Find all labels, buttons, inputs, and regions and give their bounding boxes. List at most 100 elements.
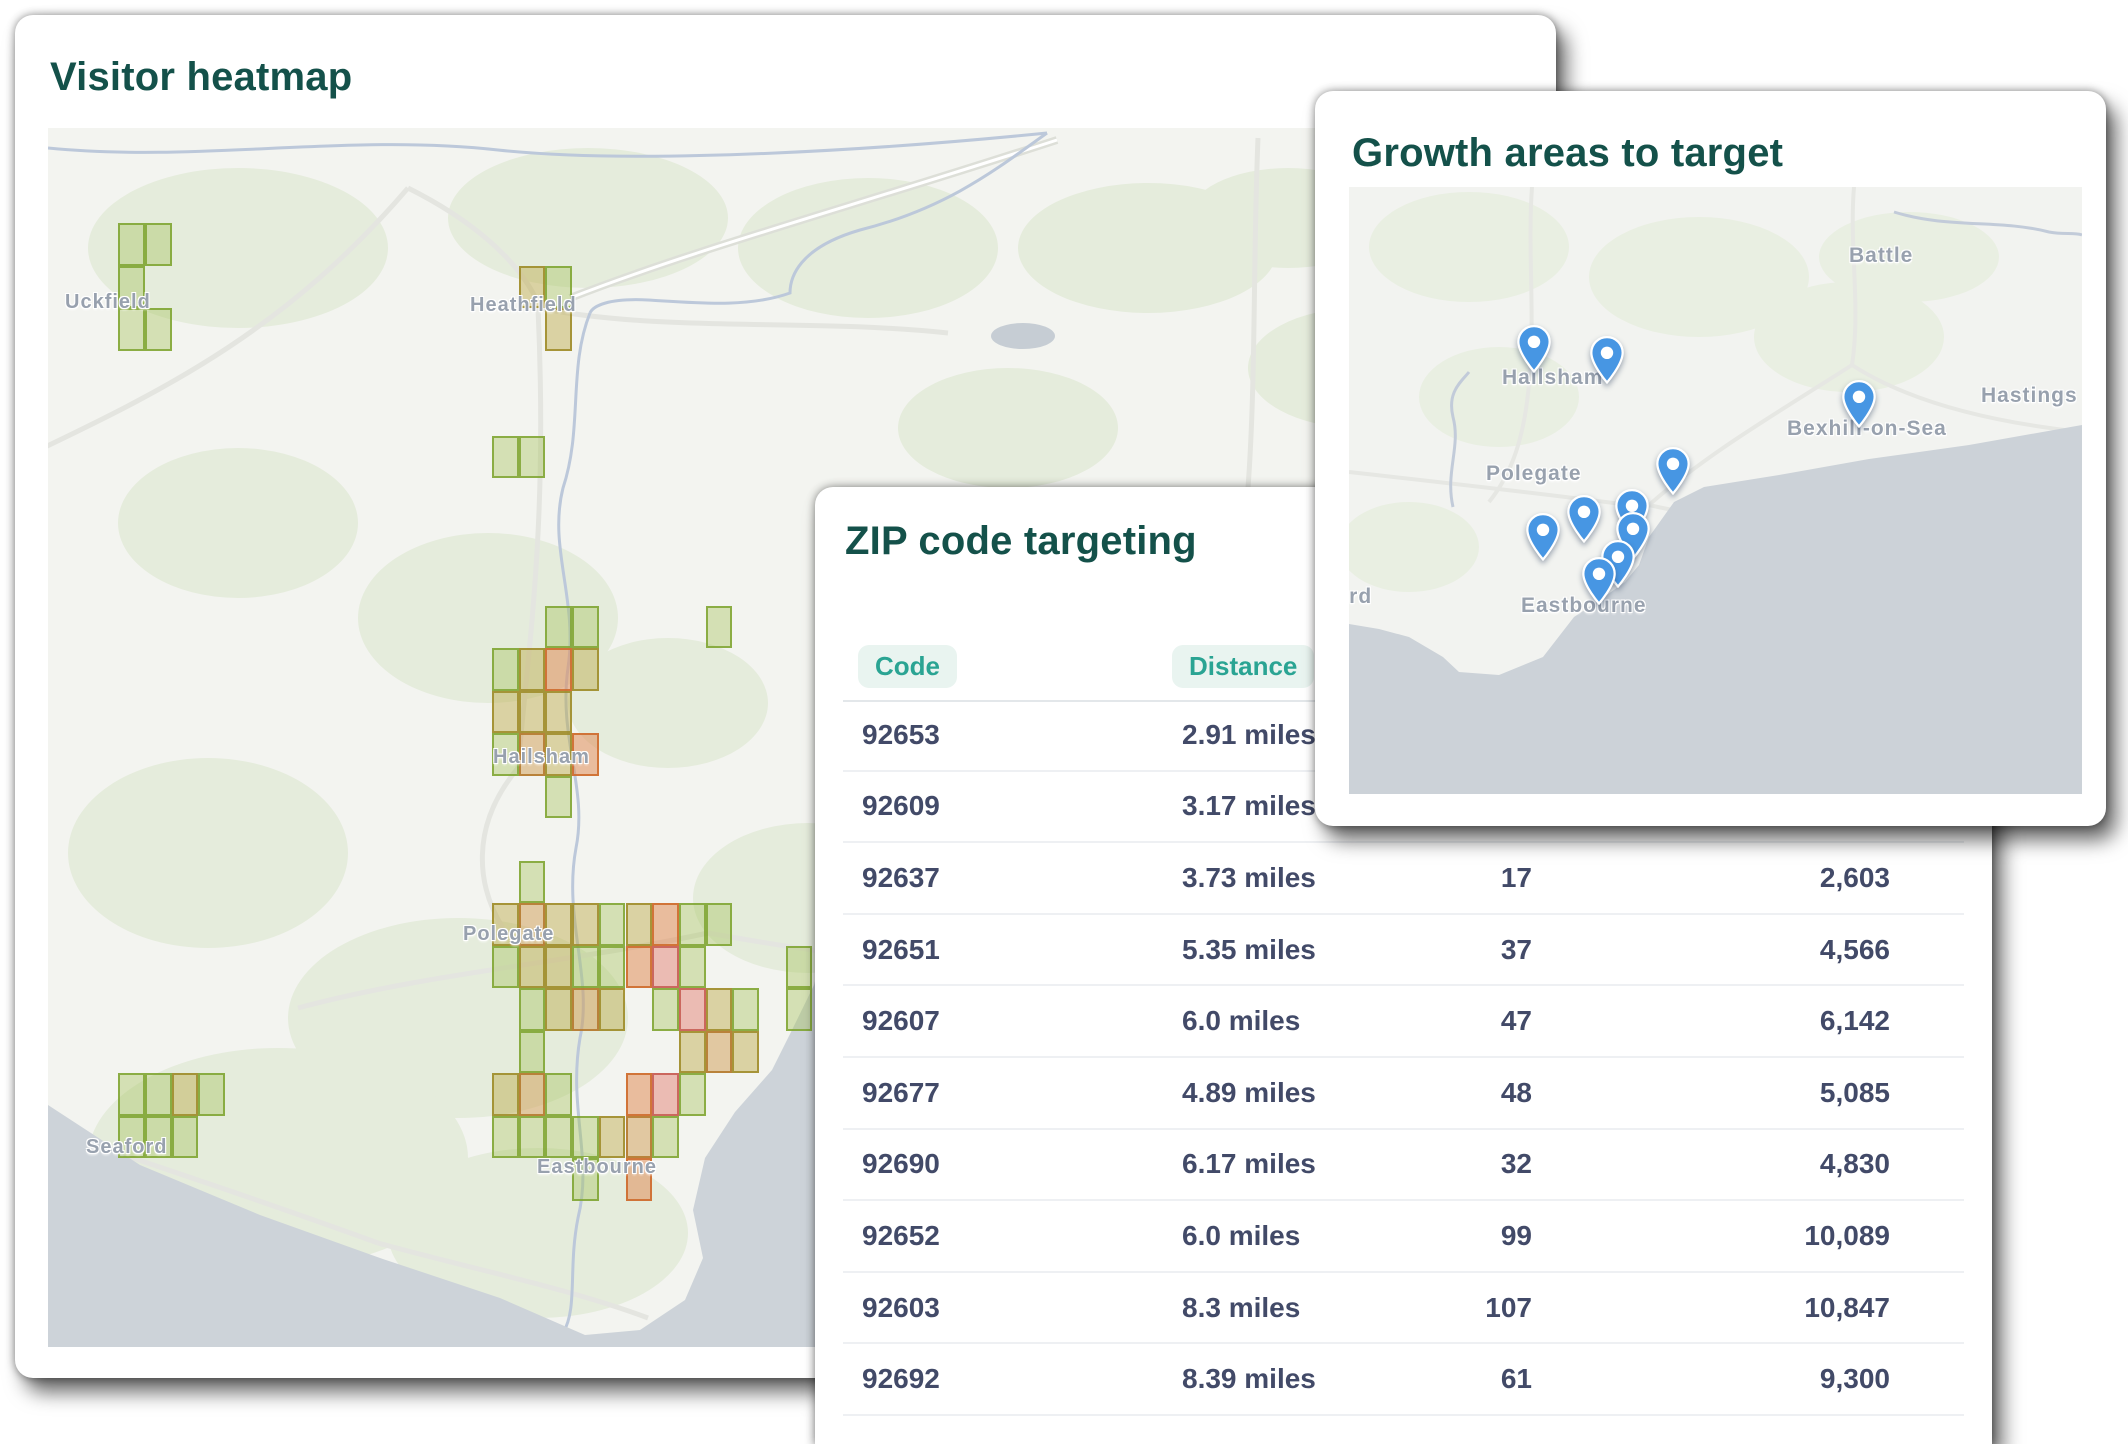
heatmap-cell[interactable] xyxy=(545,776,572,819)
heatmap-cell[interactable] xyxy=(492,946,519,989)
heatmap-cell[interactable] xyxy=(519,861,546,904)
heatmap-cell[interactable] xyxy=(519,1031,546,1074)
table-row[interactable]: 926774.89 miles485,085 xyxy=(843,1058,1964,1130)
heatmap-cell[interactable] xyxy=(679,1073,706,1116)
map-pin-icon[interactable] xyxy=(1656,447,1690,495)
map-label-uckfield: Uckfield xyxy=(65,291,151,314)
heatmap-cell[interactable] xyxy=(118,1073,145,1116)
map-label-battle: Battle xyxy=(1849,244,1913,268)
zip-code-cell: 92651 xyxy=(862,934,940,966)
heatmap-cell[interactable] xyxy=(679,1031,706,1074)
heatmap-cell[interactable] xyxy=(145,308,172,351)
heatmap-cell[interactable] xyxy=(626,903,653,946)
table-row[interactable]: 926515.35 miles374,566 xyxy=(843,915,1964,987)
heatmap-cell[interactable] xyxy=(626,1116,653,1159)
heatmap-cell[interactable] xyxy=(545,691,572,734)
total-cell: 10,089 xyxy=(1804,1220,1890,1252)
zip-code-cell: 92677 xyxy=(862,1077,940,1109)
heatmap-cell[interactable] xyxy=(145,223,172,266)
heatmap-cell[interactable] xyxy=(679,988,706,1031)
table-row[interactable]: 926928.39 miles619,300 xyxy=(843,1344,1964,1416)
heatmap-cell[interactable] xyxy=(786,988,813,1031)
column-header-code[interactable]: Code xyxy=(858,645,957,688)
total-cell: 4,566 xyxy=(1820,934,1890,966)
heatmap-cell[interactable] xyxy=(492,1073,519,1116)
heatmap-cell[interactable] xyxy=(706,903,733,946)
total-cell: 5,085 xyxy=(1820,1077,1890,1109)
count-cell: 99 xyxy=(1501,1220,1532,1252)
map-pin-icon[interactable] xyxy=(1567,495,1601,543)
heatmap-cell[interactable] xyxy=(519,1073,546,1116)
heatmap-cell[interactable] xyxy=(679,946,706,989)
heatmap-cell[interactable] xyxy=(572,1116,599,1159)
heatmap-cell[interactable] xyxy=(706,606,733,649)
heatmap-cell[interactable] xyxy=(679,903,706,946)
heatmap-cell[interactable] xyxy=(706,1031,733,1074)
heatmap-cell[interactable] xyxy=(599,946,626,989)
heatmap-cell[interactable] xyxy=(652,946,679,989)
map-pin-icon[interactable] xyxy=(1590,336,1624,384)
heatmap-cell[interactable] xyxy=(545,988,572,1031)
heatmap-cell[interactable] xyxy=(118,223,145,266)
heatmap-cell[interactable] xyxy=(545,1116,572,1159)
heatmap-cell[interactable] xyxy=(519,436,546,479)
heatmap-cell[interactable] xyxy=(652,1116,679,1159)
heatmap-cell[interactable] xyxy=(652,1073,679,1116)
heatmap-cell[interactable] xyxy=(519,648,546,691)
heatmap-cell[interactable] xyxy=(545,1073,572,1116)
growth-card-title: Growth areas to target xyxy=(1352,131,1783,176)
heatmap-cell[interactable] xyxy=(572,988,599,1031)
heatmap-cell[interactable] xyxy=(545,606,572,649)
distance-cell: 2.91 miles xyxy=(1182,719,1316,751)
heatmap-cell[interactable] xyxy=(599,903,626,946)
heatmap-cell[interactable] xyxy=(145,1073,172,1116)
heatmap-cell[interactable] xyxy=(198,1073,225,1116)
heatmap-cell[interactable] xyxy=(118,308,145,351)
heatmap-cell[interactable] xyxy=(172,1116,199,1159)
heatmap-cell[interactable] xyxy=(519,988,546,1031)
heatmap-cell[interactable] xyxy=(599,1116,626,1159)
growth-map[interactable]: BattleHastingsBexhill-on-SeaHailshamPole… xyxy=(1349,187,2082,794)
map-pin-icon[interactable] xyxy=(1526,513,1560,561)
heatmap-cell[interactable] xyxy=(732,1031,759,1074)
heatmap-cell[interactable] xyxy=(786,946,813,989)
heatmap-cell[interactable] xyxy=(706,988,733,1031)
heatmap-cell[interactable] xyxy=(519,946,546,989)
heatmap-cell[interactable] xyxy=(626,946,653,989)
table-row[interactable]: 926038.3 miles10710,847 xyxy=(843,1273,1964,1345)
heatmap-cell[interactable] xyxy=(599,988,626,1031)
column-header-distance[interactable]: Distance xyxy=(1172,645,1314,688)
heatmap-cell[interactable] xyxy=(492,1116,519,1159)
heatmap-cell[interactable] xyxy=(572,946,599,989)
heatmap-cell[interactable] xyxy=(519,1116,546,1159)
heatmap-cell[interactable] xyxy=(492,691,519,734)
heatmap-cell[interactable] xyxy=(572,606,599,649)
map-pin-icon[interactable] xyxy=(1842,380,1876,428)
heatmap-cell[interactable] xyxy=(626,1073,653,1116)
map-pin-icon[interactable] xyxy=(1582,557,1616,605)
table-row[interactable]: 926373.73 miles172,603 xyxy=(843,843,1964,915)
map-label-polegate: Polegate xyxy=(463,923,554,946)
dashboard-canvas: Visitor heatmap xyxy=(0,0,2128,1444)
map-label-heathfield: Heathfield xyxy=(470,294,577,317)
heatmap-cell[interactable] xyxy=(545,946,572,989)
heatmap-cell[interactable] xyxy=(652,903,679,946)
heatmap-cell[interactable] xyxy=(572,648,599,691)
table-row[interactable]: 926906.17 miles324,830 xyxy=(843,1130,1964,1202)
table-row[interactable]: 926076.0 miles476,142 xyxy=(843,986,1964,1058)
map-pin-icon[interactable] xyxy=(1517,325,1551,373)
heatmap-cell[interactable] xyxy=(492,436,519,479)
count-cell: 32 xyxy=(1501,1148,1532,1180)
table-row[interactable]: 926526.0 miles9910,089 xyxy=(843,1201,1964,1273)
heatmap-cell[interactable] xyxy=(519,691,546,734)
heatmap-cell[interactable] xyxy=(652,988,679,1031)
heatmap-cell[interactable] xyxy=(545,648,572,691)
zip-code-cell: 92690 xyxy=(862,1148,940,1180)
map-label-seaford: Seaford xyxy=(86,1136,167,1159)
heatmap-cell[interactable] xyxy=(572,903,599,946)
count-cell: 61 xyxy=(1501,1363,1532,1395)
heatmap-cell[interactable] xyxy=(492,648,519,691)
heatmap-cell[interactable] xyxy=(732,988,759,1031)
heatmap-cell[interactable] xyxy=(172,1073,199,1116)
distance-cell: 5.35 miles xyxy=(1182,934,1316,966)
